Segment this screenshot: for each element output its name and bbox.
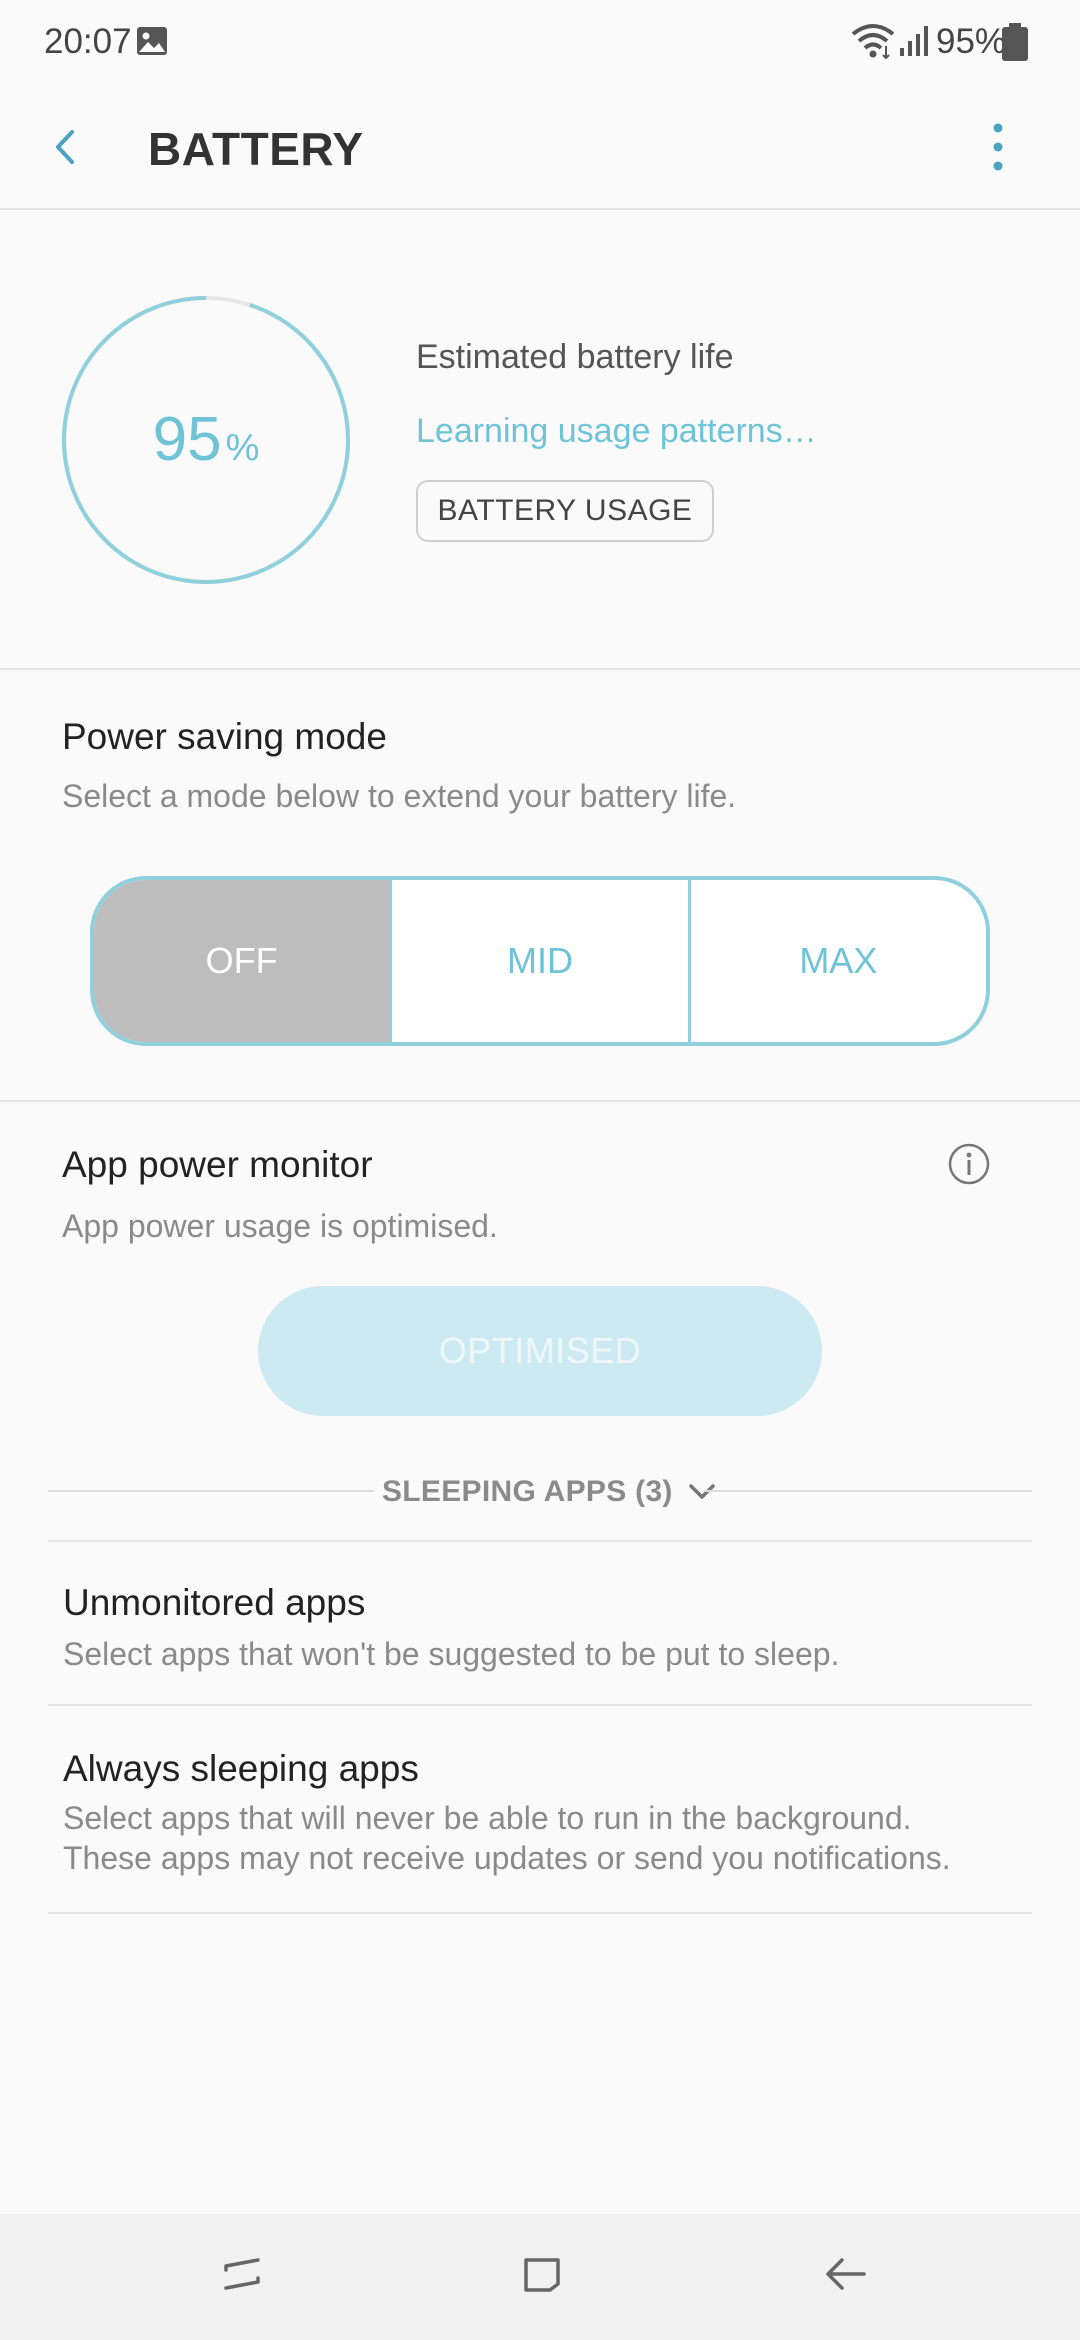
list-item-description-line: These apps may not receive updates or se… xyxy=(63,1840,951,1876)
power-saving-title: Power saving mode xyxy=(62,716,387,757)
sleeping-apps-label: SLEEPING APPS (3) xyxy=(382,1475,673,1508)
battery-level-number: 95 xyxy=(152,405,222,474)
mode-off-button[interactable]: OFF xyxy=(94,880,390,1042)
info-button[interactable] xyxy=(948,1143,990,1185)
home-icon xyxy=(524,2258,560,2292)
chevron-down-icon xyxy=(688,1484,715,1499)
battery-level-unit: % xyxy=(225,427,260,469)
divider xyxy=(704,1490,1032,1492)
app-header: BATTERY xyxy=(0,84,1080,210)
more-options-button[interactable] xyxy=(980,116,1016,178)
battery-icon xyxy=(1000,22,1030,62)
app-power-monitor-description: App power usage is optimised. xyxy=(62,1208,498,1244)
mode-max-button[interactable]: MAX xyxy=(687,880,986,1042)
list-item-description-line: Select apps that will never be able to r… xyxy=(63,1800,912,1836)
navigation-bar xyxy=(0,2214,1080,2340)
home-button[interactable] xyxy=(512,2244,572,2304)
signal-icon xyxy=(898,24,930,58)
power-mode-selector: OFF MID MAX xyxy=(90,876,990,1046)
back-arrow-icon xyxy=(56,130,74,164)
gallery-icon xyxy=(136,26,168,56)
app-power-monitor-title: App power monitor xyxy=(62,1144,373,1185)
mode-mid-button[interactable]: MID xyxy=(389,880,687,1042)
status-bar: 20:07 95% xyxy=(0,0,1080,84)
list-item-unmonitored-apps[interactable]: Unmonitored apps Select apps that won't … xyxy=(48,1540,1032,1706)
back-button[interactable] xyxy=(44,116,104,178)
recent-apps-button[interactable] xyxy=(212,2244,272,2304)
list-item-title: Always sleeping apps xyxy=(63,1748,419,1789)
status-battery-percent: 95% xyxy=(936,22,1007,61)
more-vertical-icon xyxy=(993,123,1003,171)
wifi-icon xyxy=(850,22,896,60)
back-icon xyxy=(826,2258,866,2290)
list-item-always-sleeping-apps[interactable]: Always sleeping apps Select apps that wi… xyxy=(48,1704,1032,1914)
power-saving-section: Power saving mode Select a mode below to… xyxy=(0,672,1080,1102)
battery-level-value: 95% xyxy=(60,404,352,475)
battery-usage-button[interactable]: BATTERY USAGE xyxy=(416,480,714,542)
divider xyxy=(48,1490,374,1492)
list-item-title: Unmonitored apps xyxy=(63,1582,366,1623)
info-icon xyxy=(948,1143,990,1185)
battery-summary: 95% Estimated battery life Learning usag… xyxy=(0,210,1080,670)
learning-usage-text: Learning usage patterns… xyxy=(416,412,817,450)
estimated-battery-life-label: Estimated battery life xyxy=(416,338,734,376)
optimised-button[interactable]: OPTIMISED xyxy=(258,1286,822,1416)
back-nav-button[interactable] xyxy=(816,2244,876,2304)
power-saving-description: Select a mode below to extend your batte… xyxy=(62,778,737,814)
page-title: BATTERY xyxy=(148,123,364,175)
list-item-description: Select apps that will never be able to r… xyxy=(63,1798,951,1878)
list-item-description: Select apps that won't be suggested to b… xyxy=(63,1636,840,1672)
sleeping-apps-toggle[interactable]: SLEEPING APPS (3) xyxy=(382,1470,717,1514)
recent-apps-icon xyxy=(224,2258,260,2290)
status-time: 20:07 xyxy=(44,22,132,61)
